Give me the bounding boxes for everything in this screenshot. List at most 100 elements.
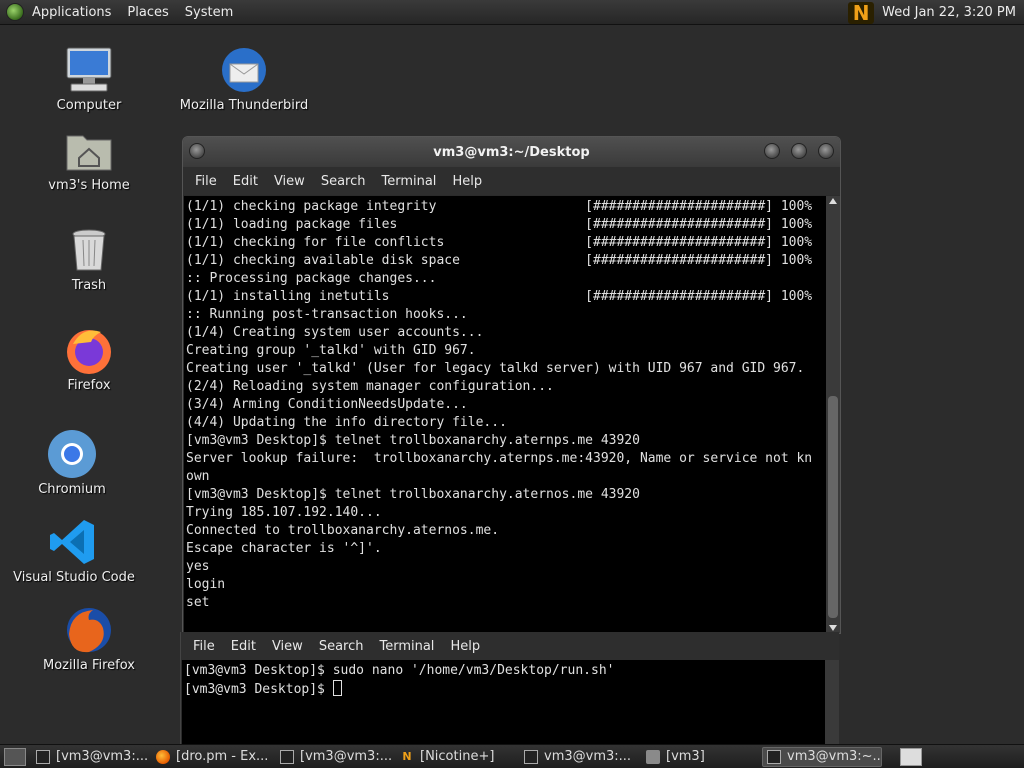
text-cursor: [332, 680, 342, 696]
terminal-prompt-line: [vm3@vm3 Desktop]$: [184, 680, 825, 699]
taskbar-item[interactable]: vm3@vm3:...: [520, 747, 640, 767]
desktop-icon-label: vm3's Home: [48, 178, 130, 193]
window-title: vm3@vm3:~/Desktop: [433, 144, 590, 160]
terminal-line: Creating group '_talkd' with GID 967.: [186, 343, 476, 358]
chromium-icon: [46, 428, 98, 480]
desktop-icon-label: Trash: [71, 278, 107, 293]
trash-icon: [63, 224, 115, 276]
scroll-thumb[interactable]: [828, 396, 838, 618]
menu-search[interactable]: Search: [311, 639, 372, 654]
terminal-line: (1/1) installing inetutils [############…: [186, 289, 813, 304]
desktop-icon-firefox[interactable]: Firefox: [24, 324, 154, 393]
taskbar-item[interactable]: [dro.pm - Ex...: [152, 747, 274, 767]
desktop-icon-home[interactable]: vm3's Home: [24, 124, 154, 193]
applications-logo-icon[interactable]: [6, 3, 24, 21]
desktop-icon-label: Firefox: [67, 378, 111, 393]
menu-terminal[interactable]: Terminal: [371, 639, 442, 654]
taskbar-item-active[interactable]: vm3@vm3:~...: [762, 746, 882, 767]
menu-help[interactable]: Help: [444, 174, 490, 189]
firefox-icon: [63, 324, 115, 376]
terminal-line: (2/4) Reloading system manager configura…: [186, 379, 554, 394]
menu-help[interactable]: Help: [442, 639, 488, 654]
terminal2-menubar: File Edit View Search Terminal Help: [181, 632, 839, 660]
terminal2-output[interactable]: [vm3@vm3 Desktop]$ sudo nano '/home/vm3/…: [182, 660, 825, 744]
taskbar-item-label: [vm3@vm3:...: [56, 749, 149, 764]
terminal-line: (1/1) checking package integrity [######…: [186, 199, 813, 214]
terminal-icon: [767, 749, 781, 764]
menu-file[interactable]: File: [185, 639, 223, 654]
close-button[interactable]: [818, 143, 834, 159]
terminal-menubar: File Edit View Search Terminal Help: [183, 167, 840, 195]
terminal-icon: [36, 749, 50, 764]
menu-edit[interactable]: Edit: [225, 174, 266, 189]
desktop-icon-vscode[interactable]: Visual Studio Code: [9, 516, 139, 585]
desktop-icon-chromium[interactable]: Chromium: [7, 428, 137, 497]
desktop-icon-mozilla-firefox[interactable]: Mozilla Firefox: [24, 604, 154, 673]
taskbar-item[interactable]: [vm3@vm3:...: [276, 747, 394, 767]
terminal2-scrollbar[interactable]: [825, 660, 839, 744]
clock[interactable]: Wed Jan 22, 3:20 PM: [882, 5, 1024, 20]
nicotine-icon: N: [402, 750, 412, 763]
terminal-line: [vm3@vm3 Desktop]$ telnet trollboxanarch…: [186, 433, 640, 448]
desktop-icon-label: Mozilla Thunderbird: [179, 98, 309, 113]
menu-terminal[interactable]: Terminal: [373, 174, 444, 189]
taskbar-item-label: [vm3]: [666, 749, 705, 764]
terminal-line: [vm3@vm3 Desktop]$ sudo nano '/home/vm3/…: [184, 663, 615, 678]
panel-tray: N Wed Jan 22, 3:20 PM: [848, 0, 1024, 25]
desktop-icon-computer[interactable]: Computer: [24, 44, 154, 113]
applications-menu[interactable]: Applications: [24, 0, 119, 24]
terminal-icon: [280, 749, 294, 764]
menu-view[interactable]: View: [264, 639, 311, 654]
terminal-window-2[interactable]: File Edit View Search Terminal Help [vm3…: [180, 632, 839, 744]
nicotine-tray-icon[interactable]: N: [848, 1, 875, 25]
terminal-output[interactable]: (1/1) checking package integrity [######…: [184, 196, 827, 633]
window-menu-icon[interactable]: [189, 143, 205, 159]
terminal-line: [vm3@vm3 Desktop]$ telnet trollboxanarch…: [186, 487, 640, 502]
desktop-icon-label: Mozilla Firefox: [43, 658, 135, 673]
panel-menu: Applications Places System: [0, 0, 241, 24]
terminal-line: :: Running post-transaction hooks...: [186, 307, 468, 322]
terminal-line: set: [186, 595, 210, 610]
terminal-line: (1/4) Creating system user accounts...: [186, 325, 484, 340]
terminal-line: (4/4) Updating the info directory file..…: [186, 415, 507, 430]
show-desktop-button[interactable]: [4, 747, 26, 766]
taskbar-item-label: [dro.pm - Ex...: [176, 749, 269, 764]
taskbar-item[interactable]: N [Nicotine+]: [396, 747, 518, 767]
taskbar-item[interactable]: [vm3]: [642, 747, 760, 767]
places-menu[interactable]: Places: [119, 0, 176, 24]
workspace-switcher[interactable]: [900, 748, 922, 766]
terminal-line: own: [186, 469, 210, 484]
terminal-line: Connected to trollboxanarchy.aternos.me.: [186, 523, 500, 538]
mozilla-firefox-icon: [63, 604, 115, 656]
terminal-line: (1/1) checking for file conflicts [#####…: [186, 235, 813, 250]
top-panel: Applications Places System N Wed Jan 22,…: [0, 0, 1024, 25]
taskbar-item-label: [Nicotine+]: [420, 749, 495, 764]
folder-icon: [646, 749, 660, 764]
terminal-line: (1/1) loading package files [###########…: [186, 217, 813, 232]
window-titlebar[interactable]: vm3@vm3:~/Desktop: [183, 137, 840, 167]
terminal-line: Server lookup failure: trollboxanarchy.a…: [186, 451, 813, 466]
scroll-up-icon[interactable]: [829, 198, 837, 204]
terminal-icon: [524, 749, 538, 764]
menu-edit[interactable]: Edit: [223, 639, 264, 654]
minimize-button[interactable]: [764, 143, 780, 159]
system-menu[interactable]: System: [177, 0, 241, 24]
terminal-scrollbar[interactable]: [826, 196, 840, 633]
terminal-line: (3/4) Arming ConditionNeedsUpdate...: [186, 397, 468, 412]
bottom-taskbar: [vm3@vm3:... [dro.pm - Ex... [vm3@vm3:..…: [0, 744, 1024, 768]
terminal-window[interactable]: vm3@vm3:~/Desktop File Edit View Search …: [182, 136, 841, 634]
menu-file[interactable]: File: [187, 174, 225, 189]
menu-search[interactable]: Search: [313, 174, 374, 189]
taskbar-item-label: vm3@vm3:~...: [787, 749, 882, 764]
desktop-icon-label: Chromium: [38, 482, 106, 497]
maximize-button[interactable]: [791, 143, 807, 159]
terminal-line: yes: [186, 559, 210, 574]
taskbar-item-label: [vm3@vm3:...: [300, 749, 393, 764]
desktop-icon-thunderbird[interactable]: Mozilla Thunderbird: [179, 44, 309, 113]
scroll-down-icon[interactable]: [829, 625, 837, 631]
terminal-line: login: [186, 577, 226, 592]
menu-view[interactable]: View: [266, 174, 313, 189]
taskbar-item[interactable]: [vm3@vm3:...: [32, 747, 150, 767]
terminal-line: Creating user '_talkd' (User for legacy …: [186, 361, 805, 376]
desktop-icon-trash[interactable]: Trash: [24, 224, 154, 293]
